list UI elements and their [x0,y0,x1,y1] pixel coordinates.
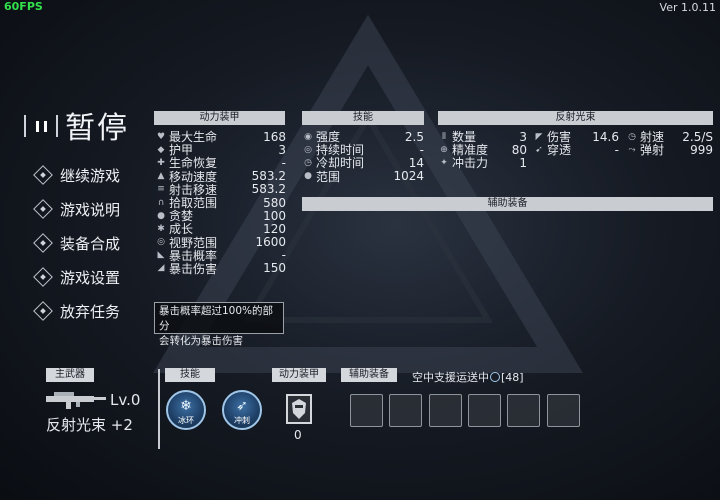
stat-row: ⤳ 弹射 999 [628,142,713,158]
range-icon: ● [304,171,312,182]
menu-item-continue[interactable]: 继续游戏 [33,158,120,192]
info-icon [33,199,53,219]
magnet-icon: ∩ [157,197,165,208]
armor-panel-header: 动力装甲 [154,111,285,125]
grid-icon [33,233,53,253]
armor-slot[interactable] [286,394,312,424]
menu-item-help[interactable]: 游戏说明 [33,192,120,226]
airdrop-status: 空中支援运送中 [48] [412,370,524,385]
skill-ice-ring[interactable]: ❄ 冰环 [166,390,206,430]
growth-icon: ✱ [157,223,165,234]
skills-header: 技能 [165,368,215,382]
eye-icon: ◎ [157,237,165,248]
stat-row: ✦ 冲击力 1 [440,155,527,171]
skill-stats: ◉ 强度 2.5 ◎ 持续时间 - ◷ 冷却时间 14 ● 范围 1024 [303,130,424,184]
crit-tooltip: 暴击概率超过100%的部分 会转化为暴击伤害 [154,302,284,347]
aux-slot[interactable] [389,394,422,427]
weapon-name: 反射光束 +2 [46,416,133,434]
fps-counter: 60FPS [4,0,43,13]
main-weapon-header: 主武器 [46,368,94,382]
pause-menu: 继续游戏 游戏说明 装备合成 游戏设置 放弃任务 [33,158,120,328]
stat-row: ◢ 暴击伤害 150 [157,261,286,276]
damage-icon: ◤ [535,131,543,142]
aux-slot[interactable] [429,394,462,427]
beam-panel-header: 反射光束 [438,111,713,125]
firerate-icon: ◷ [628,131,636,142]
shield-icon: ◆ [157,144,165,155]
stat-row: ● 范围 1024 [304,169,424,184]
power-icon: ◉ [304,131,312,142]
pause-button[interactable] [24,115,58,137]
bounce-icon: ⤳ [628,144,636,155]
armor-count: 0 [294,428,302,442]
aux-slot[interactable] [547,394,580,427]
beam-stats-col1: ⦀ 数量 3 ⊕ 精准度 80 ✦ 冲击力 1 [439,130,527,171]
ice-ring-icon: ❄ [180,398,192,414]
regen-icon: ✚ [157,157,165,168]
aux-slot[interactable] [507,394,540,427]
gun-move-icon: ≡ [157,184,165,195]
flag-icon [33,301,53,321]
cooldown-icon: ◷ [304,157,312,168]
count-icon: ⦀ [442,131,446,142]
pierce-icon: ➹ [535,144,543,155]
beam-stats-col3: ◷ 射速 2.5/S ⤳ 弹射 999 [627,130,713,158]
play-icon [33,165,53,185]
boot-icon: ▲ [157,171,165,182]
weapon-level: Lv.0 [110,391,141,409]
duration-icon: ◎ [304,144,312,155]
beam-stats-col2: ◤ 伤害 14.6 ➹ 穿透 - [534,130,619,158]
pause-icon [35,120,47,132]
crit-damage-icon: ◢ [157,263,165,274]
aux-panel-header: 辅助装备 [302,197,713,211]
armor-header: 动力装甲 [272,368,326,382]
aux-header: 辅助装备 [341,368,397,382]
heart-icon: ♥ [156,131,166,142]
clock-icon [490,372,500,382]
impact-icon: ✦ [440,157,448,168]
coin-icon: ● [157,210,165,221]
crosshair-icon: ⊕ [440,144,448,155]
armor-icon [292,399,306,419]
aux-slot[interactable] [350,394,383,427]
menu-item-abandon[interactable]: 放弃任务 [33,294,120,328]
skill-panel-header: 技能 [302,111,424,125]
armor-stats: ♥ 最大生命 168 ◆ 护甲 3 ✚ 生命恢复 - ▲ 移动速度 583.2 ≡ 射击移速 583… [156,130,286,276]
stat-row: ➹ 穿透 - [535,142,619,158]
menu-item-crafting[interactable]: 装备合成 [33,226,120,260]
divider [158,369,160,449]
rifle-icon [46,392,106,409]
crit-chance-icon: ◣ [157,250,165,261]
aux-slot[interactable] [468,394,501,427]
menu-item-settings[interactable]: 游戏设置 [33,260,120,294]
gear-icon [33,267,53,287]
dash-icon: ➶ [236,398,248,414]
page-title: 暂停 [65,111,129,146]
skill-dash[interactable]: ➶ 冲刺 [222,390,262,430]
version-label: Ver 1.0.11 [659,1,716,14]
